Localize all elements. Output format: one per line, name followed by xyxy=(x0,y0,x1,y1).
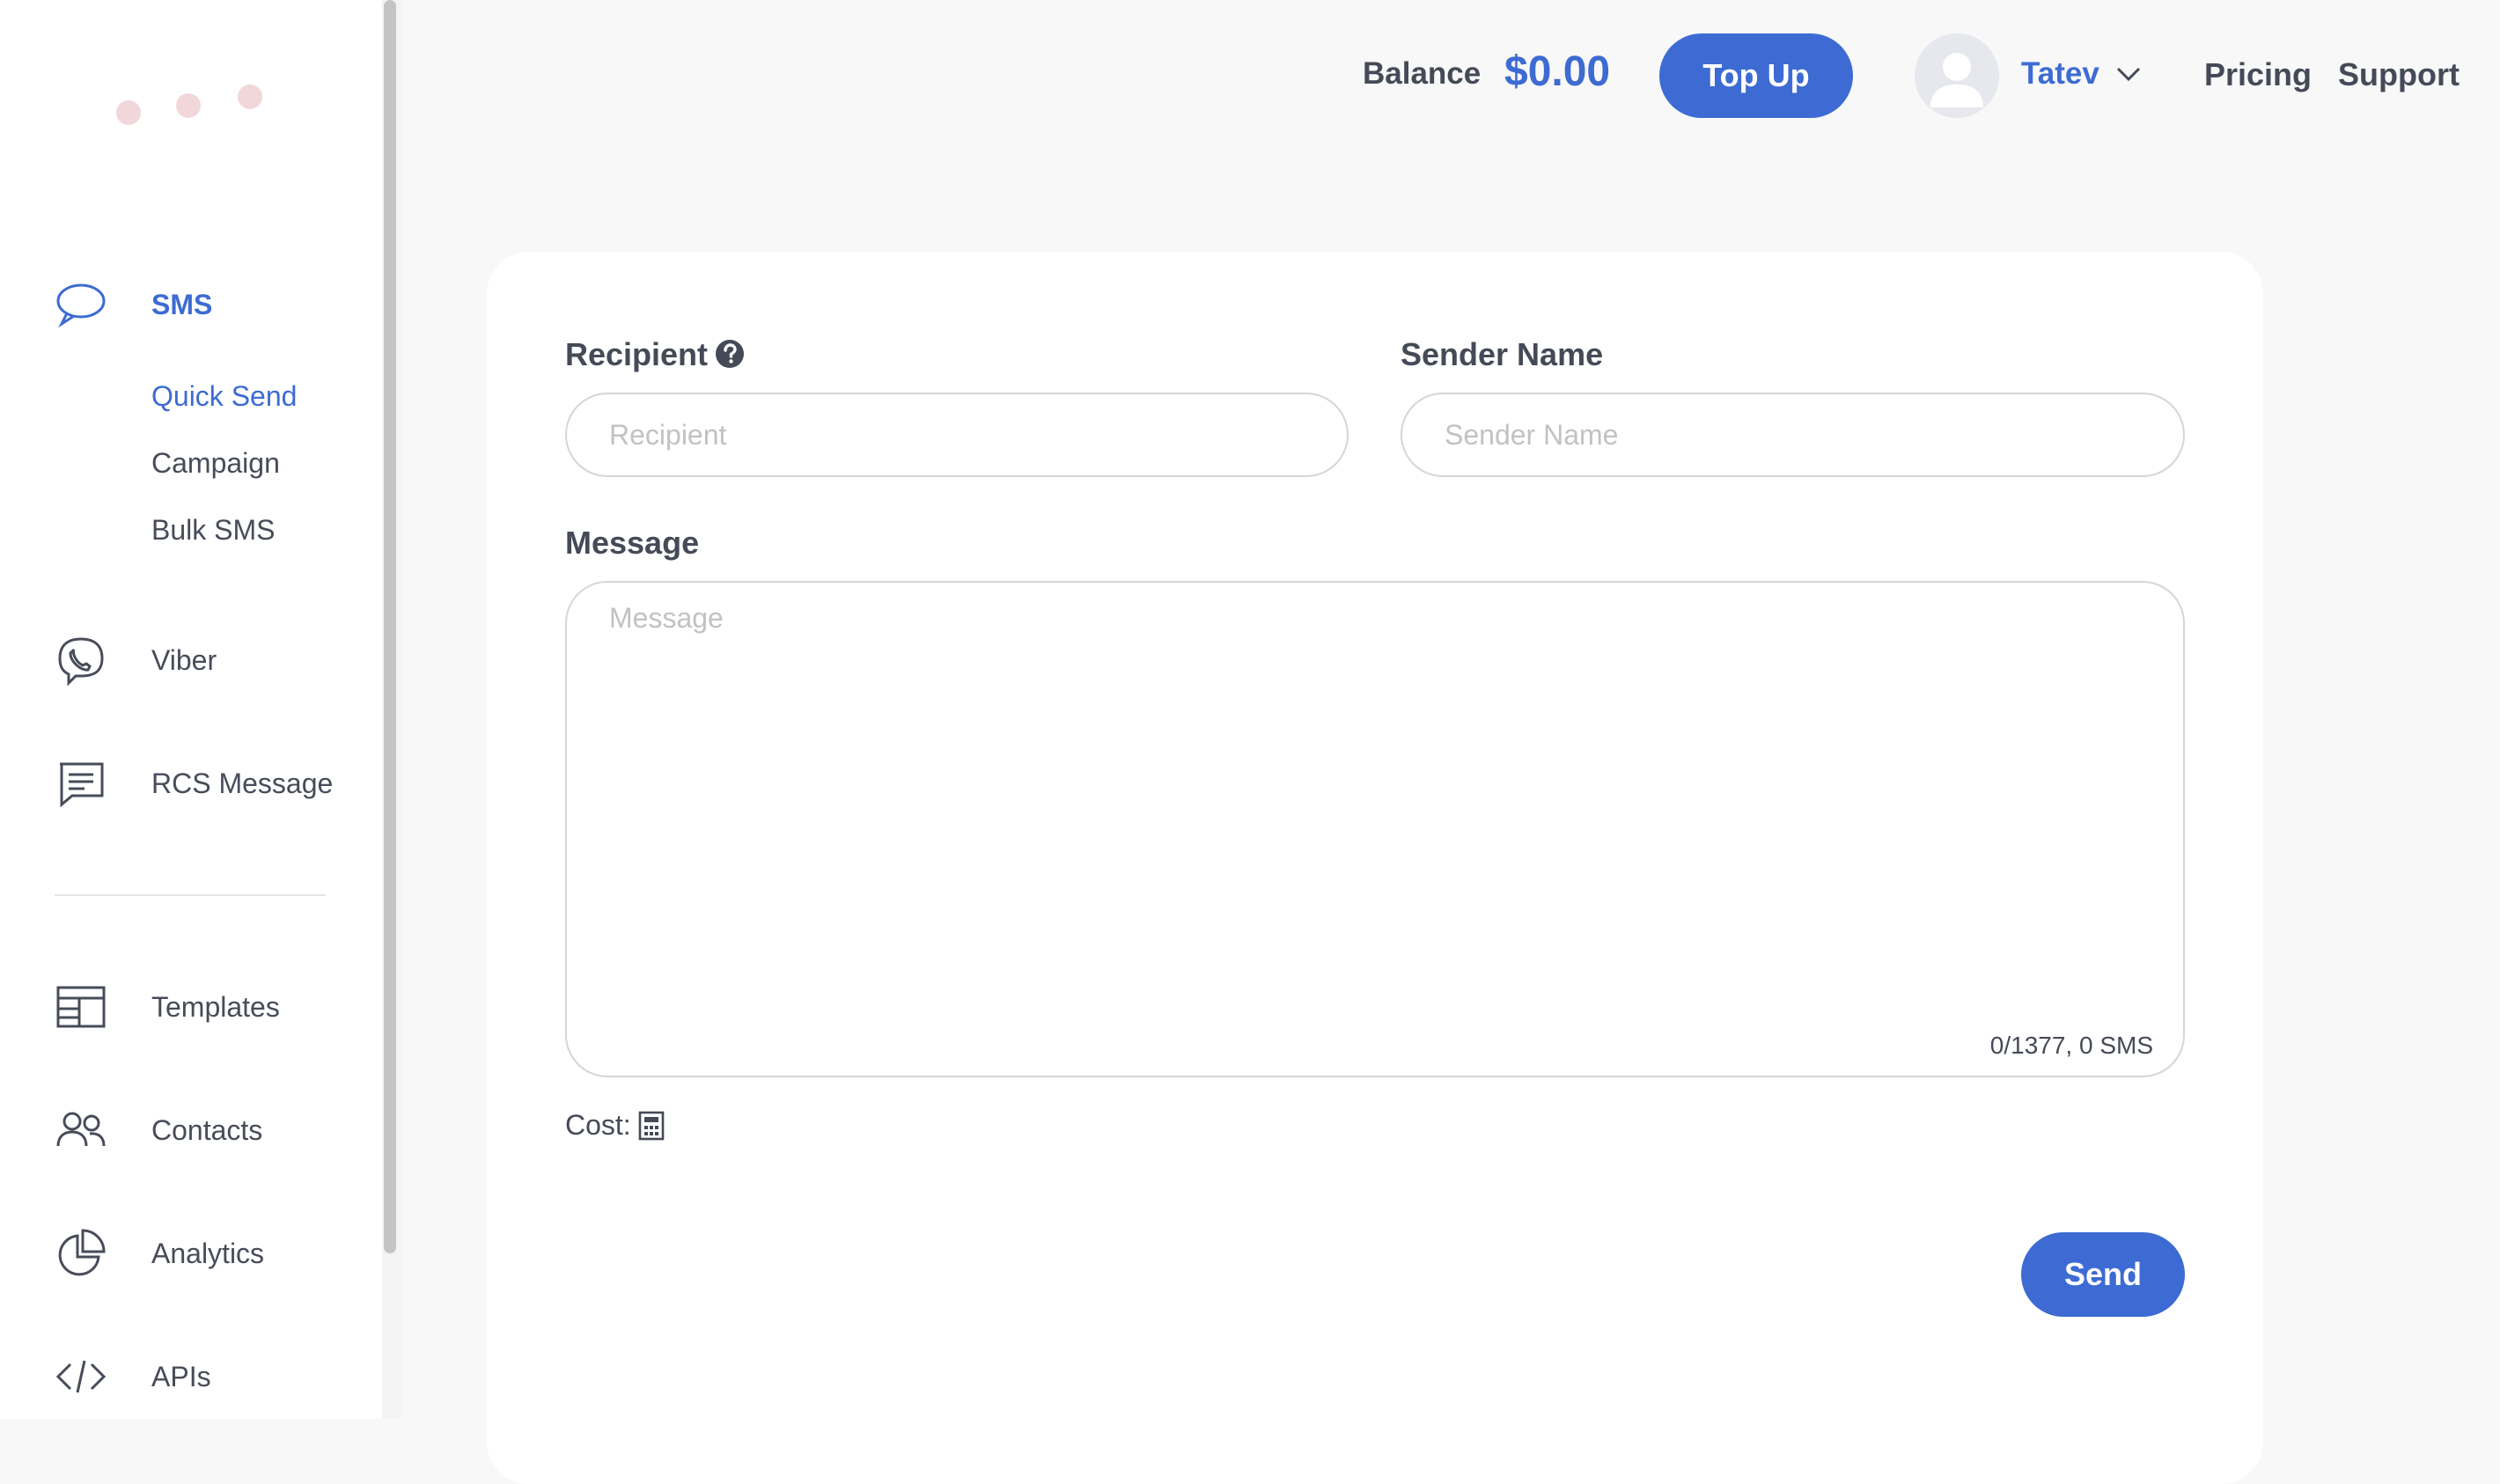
message-textarea[interactable] xyxy=(609,602,2141,1007)
sidebar-item-label: RCS Message xyxy=(151,767,334,799)
support-link[interactable]: Support xyxy=(2338,56,2460,93)
send-button[interactable]: Send xyxy=(2021,1232,2185,1317)
sidebar-item-rcs-message[interactable]: RCS Message xyxy=(53,755,352,812)
cost-label: Cost: xyxy=(565,1109,631,1141)
sidebar-subitem-bulk-sms[interactable]: Bulk SMS xyxy=(151,514,275,547)
top-up-button[interactable]: Top Up xyxy=(1659,33,1853,118)
sender-name-label: Sender Name xyxy=(1401,336,1604,372)
cost-row: Cost: xyxy=(565,1109,665,1142)
sidebar-item-label: APIs xyxy=(151,1360,211,1392)
recipient-label: Recipient xyxy=(565,336,745,373)
sidebar-item-label: Analytics xyxy=(151,1237,265,1269)
sender-name-input[interactable] xyxy=(1401,393,2185,477)
sidebar: SMS Quick Send Campaign Bulk SMS Viber R… xyxy=(0,0,382,1419)
logo[interactable] xyxy=(113,83,271,127)
sidebar-subitem-campaign[interactable]: Campaign xyxy=(151,447,280,480)
templates-layout-icon xyxy=(53,979,109,1035)
message-field: 0/1377, 0 SMS xyxy=(565,581,2185,1077)
scrollbar-thumb[interactable] xyxy=(384,0,396,1253)
logo-dot xyxy=(116,100,141,125)
pie-chart-icon xyxy=(53,1225,109,1282)
sidebar-item-sms[interactable]: SMS xyxy=(53,276,352,333)
sidebar-item-apis[interactable]: APIs xyxy=(53,1348,352,1405)
recipient-input[interactable] xyxy=(565,393,1349,477)
sidebar-item-contacts[interactable]: Contacts xyxy=(53,1102,352,1158)
sidebar-item-viber[interactable]: Viber xyxy=(53,632,352,688)
recipient-label-text: Recipient xyxy=(565,336,709,372)
avatar[interactable] xyxy=(1915,33,1999,118)
sidebar-item-label: Contacts xyxy=(151,1113,263,1146)
chevron-down-icon[interactable] xyxy=(2114,63,2143,84)
sidebar-divider xyxy=(55,894,326,896)
help-icon[interactable] xyxy=(715,339,745,369)
character-counter: 0/1377, 0 SMS xyxy=(1989,1032,2153,1059)
balance-value: $0.00 xyxy=(1504,48,1611,95)
code-brackets-icon xyxy=(53,1348,109,1405)
balance-label: Balance xyxy=(1363,56,1482,91)
logo-dot xyxy=(176,93,201,118)
sidebar-scrollbar[interactable] xyxy=(382,0,401,1419)
sidebar-item-templates[interactable]: Templates xyxy=(53,979,352,1035)
chat-bubbles-icon xyxy=(53,276,109,333)
contacts-people-icon xyxy=(53,1102,109,1158)
sidebar-item-label: SMS xyxy=(151,288,213,320)
viber-icon xyxy=(53,632,109,688)
user-avatar-icon xyxy=(1930,53,1983,107)
sidebar-item-label: Viber xyxy=(151,643,217,676)
sidebar-item-label: Templates xyxy=(151,990,280,1023)
sidebar-subitem-quick-send[interactable]: Quick Send xyxy=(151,380,297,413)
pricing-link[interactable]: Pricing xyxy=(2204,56,2312,93)
logo-dot xyxy=(238,84,262,109)
calculator-icon[interactable] xyxy=(638,1111,665,1141)
user-menu-name[interactable]: Tatev xyxy=(2021,56,2099,92)
message-lines-icon xyxy=(53,755,109,812)
sidebar-item-analytics[interactable]: Analytics xyxy=(53,1225,352,1282)
message-label: Message xyxy=(565,525,700,561)
